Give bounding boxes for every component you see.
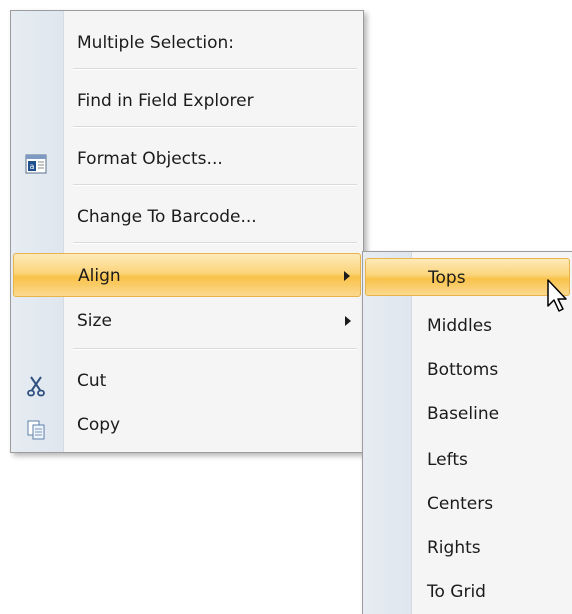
menu-item-label: Copy (77, 415, 121, 435)
menu-item-label: Align (78, 266, 121, 286)
menu-separator (73, 348, 357, 350)
copy-icon (25, 414, 47, 440)
submenu-item-middles[interactable]: Middles (365, 304, 570, 348)
menu-item-cut[interactable]: Cut (13, 359, 361, 403)
submenu-item-centers[interactable]: Centers (365, 482, 570, 526)
context-menu: Multiple Selection: Find in Field Explor… (10, 10, 364, 453)
screen: Multiple Selection: Find in Field Explor… (0, 0, 572, 614)
menu-separator (73, 242, 357, 244)
submenu-item-label: Tops (428, 268, 466, 288)
menu-item-align[interactable]: Align (13, 253, 361, 297)
submenu-arrow-icon (344, 271, 350, 281)
menu-separator (73, 68, 357, 70)
submenu-item-label: Lefts (427, 450, 468, 470)
scissors-icon (25, 370, 47, 397)
align-submenu: Tops Middles Bottoms Baseline Lefts Cent… (362, 251, 572, 614)
menu-item-find-in-field-explorer[interactable]: Find in Field Explorer (13, 79, 361, 123)
submenu-item-label: Rights (427, 538, 481, 558)
submenu-item-label: Baseline (427, 404, 500, 424)
menu-separator (73, 184, 357, 186)
submenu-item-baseline[interactable]: Baseline (365, 392, 570, 436)
submenu-arrow-icon (345, 316, 351, 326)
submenu-item-tops[interactable]: Tops (365, 258, 570, 296)
submenu-item-label: Centers (427, 494, 494, 514)
submenu-item-label: Middles (427, 316, 493, 336)
menu-item-format-objects[interactable]: a Format Objects... (13, 137, 361, 181)
submenu-item-label: To Grid (427, 582, 486, 602)
submenu-item-to-grid[interactable]: To Grid (365, 570, 570, 614)
menu-item-label: Cut (77, 371, 107, 391)
submenu-item-lefts[interactable]: Lefts (365, 438, 570, 482)
svg-text:a: a (30, 162, 35, 171)
submenu-item-bottoms[interactable]: Bottoms (365, 348, 570, 392)
menu-separator (73, 126, 357, 128)
submenu-item-rights[interactable]: Rights (365, 526, 570, 570)
mouse-pointer-icon (546, 278, 572, 318)
menu-item-size[interactable]: Size (13, 299, 361, 343)
menu-item-label: Change To Barcode... (77, 207, 257, 227)
submenu-item-label: Bottoms (427, 360, 499, 380)
menu-item-multiple-selection: Multiple Selection: (13, 21, 361, 65)
format-objects-icon: a (25, 148, 47, 174)
menu-item-label: Size (77, 311, 112, 331)
menu-item-change-to-barcode[interactable]: Change To Barcode... (13, 195, 361, 239)
menu-item-copy[interactable]: Copy (13, 403, 361, 447)
menu-item-label: Multiple Selection: (77, 33, 235, 53)
menu-item-label: Find in Field Explorer (77, 91, 254, 111)
menu-item-label: Format Objects... (77, 149, 223, 169)
